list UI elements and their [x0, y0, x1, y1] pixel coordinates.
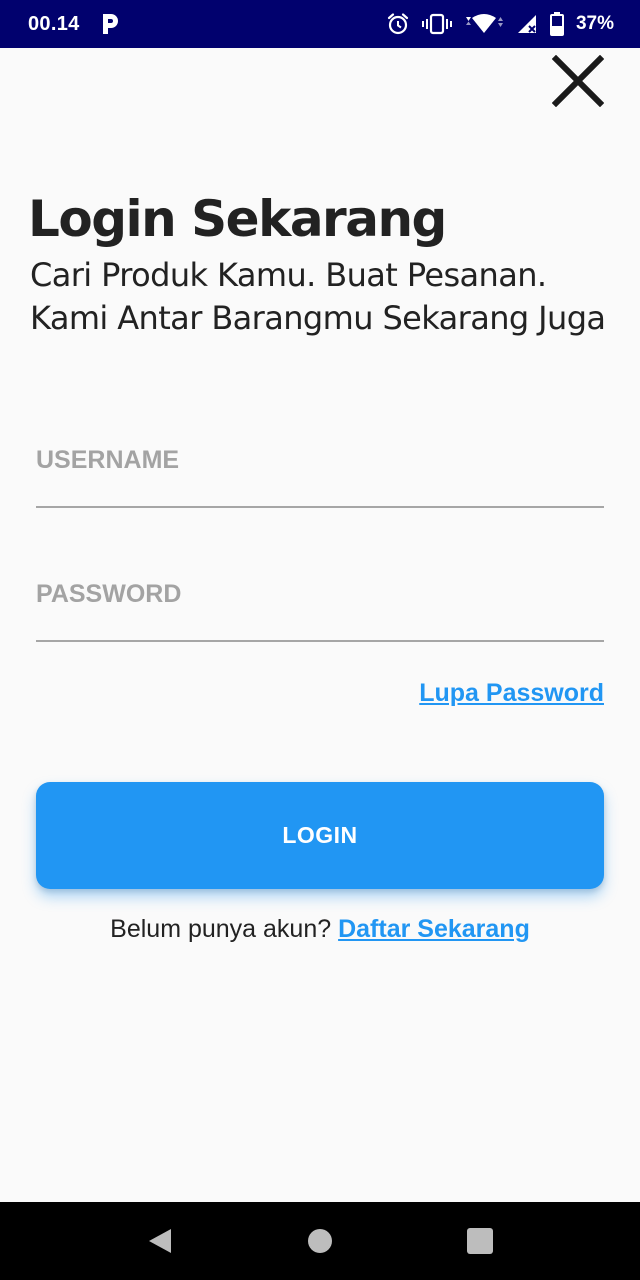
back-button[interactable]	[120, 1202, 200, 1280]
battery-percent: 37%	[575, 13, 614, 34]
close-button[interactable]	[548, 52, 608, 110]
navigation-bar	[0, 1202, 640, 1280]
password-input[interactable]	[36, 566, 604, 640]
username-field	[36, 432, 604, 508]
alarm-icon	[386, 12, 410, 36]
battery-icon	[549, 12, 564, 36]
register-prompt: Belum punya akun?	[110, 915, 339, 943]
page-subtitle: Cari Produk Kamu. Buat Pesanan. Kami Ant…	[30, 256, 606, 337]
page-title: Login Sekarang	[28, 190, 447, 248]
recents-button[interactable]	[440, 1202, 520, 1280]
login-button[interactable]: LOGIN	[36, 782, 604, 889]
recents-icon	[467, 1228, 493, 1254]
username-input[interactable]	[36, 432, 604, 506]
close-icon	[552, 55, 604, 107]
status-time: 00.14	[28, 12, 80, 35]
signal-icon	[516, 13, 538, 35]
login-screen: 00.14 37% Login Sekarang Cari Produk Kam…	[0, 0, 640, 1280]
register-row: Belum punya akun? Daftar Sekarang	[0, 915, 640, 944]
register-link[interactable]: Daftar Sekarang	[338, 915, 530, 943]
back-icon	[149, 1229, 171, 1253]
status-bar: 00.14 37%	[0, 0, 640, 48]
home-button[interactable]	[280, 1202, 360, 1280]
vibrate-icon	[421, 13, 452, 35]
status-icons: 37%	[386, 12, 614, 36]
home-icon	[308, 1229, 332, 1253]
wifi-icon	[464, 13, 504, 35]
password-field	[36, 566, 604, 642]
parking-icon	[100, 11, 122, 37]
forgot-password-link[interactable]: Lupa Password	[419, 679, 604, 708]
